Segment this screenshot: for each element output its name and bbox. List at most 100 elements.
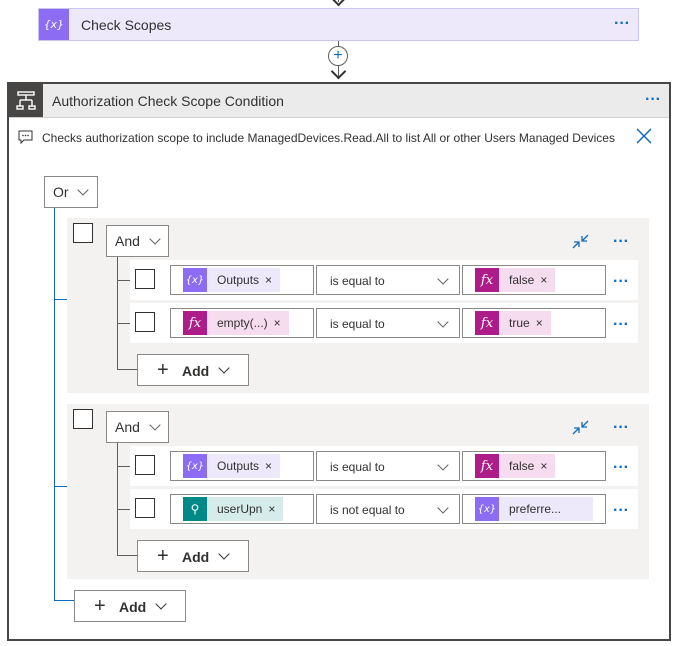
expression-icon: fx: [475, 311, 499, 335]
description-row: Checks authorization scope to include Ma…: [9, 118, 669, 154]
right-operand-field[interactable]: fx false ×: [462, 265, 606, 295]
variable-icon: {x}: [183, 454, 207, 478]
chevron-down-icon: [437, 502, 449, 514]
tree-line-group-1: [117, 257, 118, 369]
root-operator-dropdown[interactable]: Or: [44, 176, 98, 208]
add-condition-button[interactable]: + Add: [137, 540, 249, 572]
more-options-button[interactable]: ···: [613, 420, 629, 436]
chevron-down-icon: [149, 233, 161, 245]
row-checkbox[interactable]: [135, 312, 155, 332]
check-scopes-title: Check Scopes: [81, 17, 172, 33]
remove-token-button[interactable]: ×: [259, 459, 280, 473]
token-label: preferre...: [509, 502, 562, 516]
token-empty: fx empty(...) ×: [183, 311, 289, 335]
add-condition-button[interactable]: + Add: [137, 354, 249, 386]
token-label: Outputs: [217, 459, 260, 473]
tree-branch-1: [54, 299, 67, 300]
row-checkbox[interactable]: [135, 498, 155, 518]
token-false: fx false ×: [475, 268, 556, 292]
tree-branch-2: [54, 486, 67, 487]
remove-token-button[interactable]: ×: [268, 316, 289, 330]
chevron-down-icon: [437, 273, 449, 285]
tree-line-group-2: [117, 443, 118, 556]
more-options-button[interactable]: ···: [613, 503, 629, 519]
add-label: Add: [119, 599, 147, 615]
chevron-down-icon: [437, 459, 449, 471]
operator-label: is equal to: [330, 460, 385, 474]
row-checkbox[interactable]: [135, 455, 155, 475]
collapse-icon[interactable]: [571, 418, 591, 438]
expression-icon: fx: [475, 268, 499, 292]
left-operand-field[interactable]: {x} Outputs ×: [170, 265, 314, 295]
tree-branch: [117, 466, 130, 467]
token-label: Outputs: [217, 273, 260, 287]
remove-token-button[interactable]: ×: [262, 502, 283, 516]
more-options-button[interactable]: ···: [613, 274, 629, 290]
add-label: Add: [182, 363, 210, 379]
condition-icon: [9, 84, 43, 117]
token-true: fx true ×: [475, 311, 551, 335]
collapse-icon[interactable]: [571, 232, 591, 252]
remove-token-button[interactable]: ×: [534, 459, 555, 473]
more-options-button[interactable]: ···: [613, 234, 629, 250]
operator-dropdown[interactable]: is equal to: [316, 265, 460, 295]
comment-icon: [18, 130, 33, 147]
chevron-down-icon: [77, 184, 89, 196]
token-label: false: [509, 459, 535, 473]
operator-label: is equal to: [330, 274, 385, 288]
group-checkbox[interactable]: [73, 409, 93, 429]
arrow-down-icon: [330, 0, 347, 7]
condition-description: Checks authorization scope to include Ma…: [42, 131, 615, 145]
group-checkbox[interactable]: [73, 223, 93, 243]
token-label: userUpn: [217, 502, 263, 516]
expression-icon: fx: [475, 454, 499, 478]
root-operator-label: Or: [53, 184, 69, 200]
variable-icon: {x}: [183, 268, 207, 292]
more-options-button[interactable]: ···: [613, 317, 629, 333]
token-preferred: {x} preferre...: [475, 497, 593, 521]
right-operand-field[interactable]: fx true ×: [462, 308, 606, 338]
more-options-button[interactable]: ···: [645, 92, 661, 108]
tree-branch: [117, 280, 130, 281]
right-operand-field[interactable]: fx false ×: [462, 451, 606, 481]
check-scopes-card[interactable]: {x} Check Scopes ···: [38, 8, 639, 41]
left-operand-field[interactable]: fx empty(...) ×: [170, 308, 314, 338]
remove-token-button[interactable]: ×: [534, 273, 555, 287]
chevron-down-icon: [218, 362, 230, 374]
operator-label: is not equal to: [330, 503, 405, 517]
operator-dropdown[interactable]: is equal to: [316, 451, 460, 481]
condition-header[interactable]: Authorization Check Scope Condition ···: [9, 84, 669, 118]
more-options-button[interactable]: ···: [614, 16, 630, 32]
group-operator-label: And: [115, 233, 140, 249]
chevron-down-icon: [149, 419, 161, 431]
operator-dropdown[interactable]: is not equal to: [316, 494, 460, 524]
token-outputs: {x} Outputs ×: [183, 268, 281, 292]
tree-branch: [117, 323, 130, 324]
add-root-condition-button[interactable]: + Add: [74, 590, 186, 622]
arrow-down-icon: [330, 63, 347, 80]
chevron-down-icon: [155, 598, 167, 610]
chevron-down-icon: [218, 548, 230, 560]
tree-branch: [117, 509, 130, 510]
remove-token-button[interactable]: ×: [259, 273, 280, 287]
plus-icon: +: [157, 545, 169, 567]
token-userupn: ⚲ userUpn ×: [183, 497, 284, 521]
row-checkbox[interactable]: [135, 269, 155, 289]
remove-token-button[interactable]: ×: [530, 316, 551, 330]
left-operand-field[interactable]: {x} Outputs ×: [170, 451, 314, 481]
token-false: fx false ×: [475, 454, 556, 478]
operator-label: is equal to: [330, 317, 385, 331]
variable-icon: {x}: [475, 497, 499, 521]
group-operator-dropdown[interactable]: And: [106, 225, 169, 257]
right-operand-field[interactable]: {x} preferre...: [462, 494, 606, 524]
group-operator-dropdown[interactable]: And: [106, 411, 169, 443]
left-operand-field[interactable]: ⚲ userUpn ×: [170, 494, 314, 524]
plus-icon: +: [94, 595, 106, 617]
variable-icon: {x}: [39, 9, 69, 40]
more-options-button[interactable]: ···: [613, 460, 629, 476]
token-label: true: [509, 316, 530, 330]
tree-branch: [117, 555, 137, 556]
close-icon[interactable]: [636, 128, 652, 147]
user-icon: ⚲: [183, 497, 207, 521]
operator-dropdown[interactable]: is equal to: [316, 308, 460, 338]
